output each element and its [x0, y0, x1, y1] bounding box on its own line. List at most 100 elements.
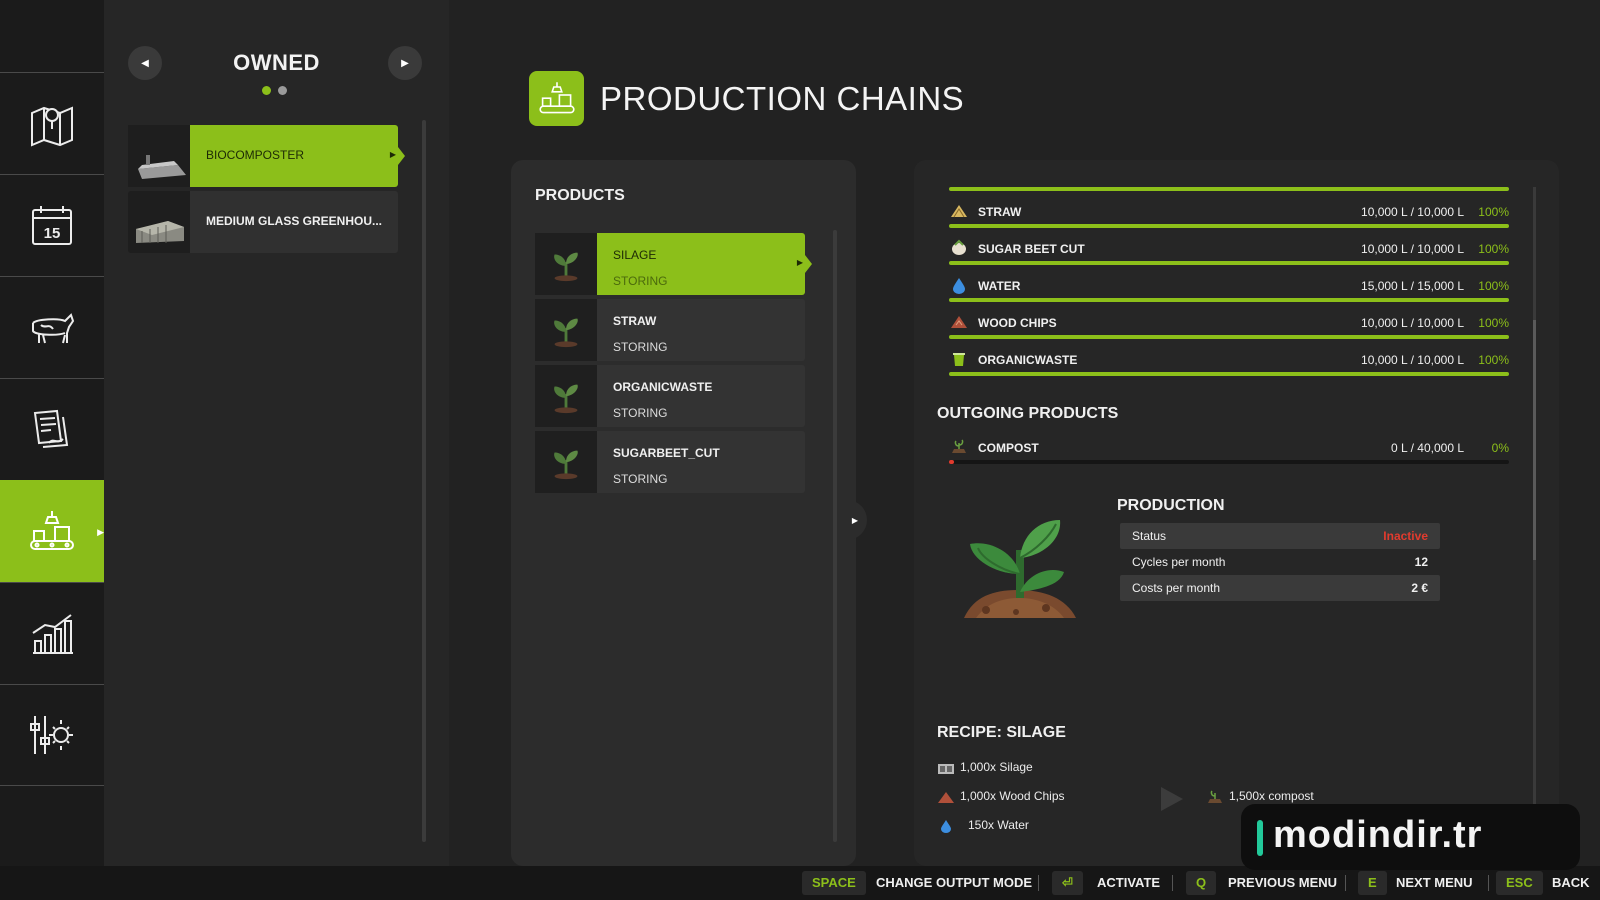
owned-title: OWNED: [233, 50, 320, 75]
product-state: STORING: [613, 472, 668, 486]
straw-icon: [951, 205, 967, 218]
recipe-input-water: 150x Water: [937, 818, 1029, 833]
map-nav-button[interactable]: [0, 72, 104, 174]
watermark-text: modindir.tr: [1273, 814, 1483, 856]
calendar-nav-button[interactable]: 15: [0, 174, 104, 276]
owned-panel: ◀ OWNED ▶ BIOCOMPOSTER ▶ MEDIUM GLASS GR…: [104, 0, 449, 866]
key-space[interactable]: SPACE: [802, 871, 866, 895]
production-cycles-row: Cycles per month 12: [1132, 555, 1428, 569]
detail-scrollbar-thumb[interactable]: [1533, 320, 1536, 560]
wood-chips-icon: [951, 316, 967, 328]
arrow-left-icon: ◀: [141, 57, 149, 69]
watermark: modindir.tr: [1241, 804, 1580, 870]
outgoing-products-title: OUTGOING PRODUCTS: [937, 405, 1119, 422]
plant-icon: [535, 299, 597, 361]
arrow-right-icon: ▶: [401, 57, 409, 69]
previous-menu-button[interactable]: PREVIOUS MENU: [1228, 875, 1337, 890]
incoming-row-sugar-beet-cut: SUGAR BEET CUT 10,000 L / 10,000 L 100%: [949, 239, 1509, 259]
product-item-straw[interactable]: STRAW STORING: [535, 299, 805, 361]
page-title: PRODUCTION CHAINS: [600, 80, 965, 117]
production-status-row: Status Inactive: [1120, 523, 1440, 549]
main-sidebar: 15 ▶: [0, 0, 114, 866]
product-item-sugarbeet-cut[interactable]: SUGARBEET_CUT STORING: [535, 431, 805, 493]
recipe-output-compost: 1,500x compost: [1206, 789, 1314, 804]
animals-icon: [32, 312, 75, 343]
compost-icon: [952, 439, 966, 453]
production-icon: [30, 510, 74, 550]
compost-icon: [1208, 790, 1222, 803]
settings-icon: [30, 716, 73, 754]
contracts-nav-button[interactable]: [0, 378, 104, 480]
key-enter[interactable]: ⏎: [1052, 871, 1083, 895]
product-state: STORING: [613, 274, 668, 288]
production-title: PRODUCTION: [1117, 497, 1225, 514]
statistics-icon: [32, 613, 73, 654]
products-title: PRODUCTS: [535, 187, 625, 204]
statistics-nav-button[interactable]: [0, 582, 104, 684]
activate-button[interactable]: ACTIVATE: [1097, 875, 1160, 890]
owned-item-label: MEDIUM GLASS GREENHOU...: [206, 214, 383, 228]
contracts-icon: [33, 409, 69, 448]
products-scrollbar[interactable]: [833, 230, 837, 842]
outgoing-row-compost: COMPOST 0 L / 40,000 L 0%: [949, 438, 1509, 458]
fill-bar-wood-chips: [949, 335, 1509, 339]
water-drop-icon: [953, 278, 965, 294]
product-state: STORING: [613, 406, 668, 420]
page-dot-active[interactable]: [262, 86, 271, 95]
incoming-row-organicwaste: ORGANICWASTE 10,000 L / 10,000 L 100%: [949, 350, 1509, 370]
calendar-icon: 15: [32, 205, 72, 245]
organic-waste-icon: [953, 353, 965, 366]
watermark-bar: [1257, 820, 1263, 856]
greenhouse-thumbnail: [128, 191, 190, 253]
fill-bar-sugar-beet-cut: [949, 261, 1509, 265]
owned-prev-button[interactable]: ◀: [128, 46, 162, 80]
fill-bar-straw: [949, 224, 1509, 228]
product-state: STORING: [613, 340, 668, 354]
sugar-beet-icon: [952, 239, 966, 255]
page-dot[interactable]: [278, 86, 287, 95]
key-e[interactable]: E: [1358, 871, 1387, 895]
owned-item-label: BIOCOMPOSTER: [206, 148, 305, 162]
incoming-row-water: WATER 15,000 L / 15,000 L 100%: [949, 276, 1509, 296]
animals-nav-button[interactable]: [0, 276, 104, 378]
owned-item-biocomposter[interactable]: BIOCOMPOSTER ▶: [128, 125, 405, 187]
plant-icon: [535, 365, 597, 427]
products-panel: PRODUCTS SILAGE STORING ▶ STRAW STORING …: [511, 160, 856, 866]
water-drop-icon: [941, 819, 951, 833]
recipe-input-silage: 1,000x Silage: [937, 760, 1033, 775]
product-item-silage[interactable]: SILAGE STORING ▶: [535, 233, 812, 295]
settings-nav-button[interactable]: [0, 684, 104, 786]
back-button[interactable]: BACK: [1552, 875, 1590, 890]
owned-scrollbar[interactable]: [422, 120, 426, 842]
plant-icon: [535, 431, 597, 493]
production-chains-header-icon: [529, 71, 584, 126]
owned-item-greenhouse[interactable]: MEDIUM GLASS GREENHOU...: [128, 191, 398, 253]
key-q[interactable]: Q: [1186, 871, 1217, 895]
change-output-mode-button[interactable]: CHANGE OUTPUT MODE: [876, 875, 1032, 890]
plant-icon: [535, 233, 597, 295]
arrow-right-icon: ▶: [851, 515, 859, 525]
incoming-row-straw: STRAW 10,000 L / 10,000 L 100%: [949, 202, 1509, 222]
owned-next-button[interactable]: ▶: [388, 46, 422, 80]
product-name: SUGARBEET_CUT: [613, 446, 720, 460]
silage-icon: [938, 763, 954, 774]
next-menu-button[interactable]: NEXT MENU: [1396, 875, 1473, 890]
selected-arrow-icon: ▶: [796, 258, 803, 267]
product-name: SILAGE: [613, 248, 657, 262]
footer-divider: [1172, 875, 1173, 891]
collapse-panel-button[interactable]: ▶: [843, 500, 867, 540]
footer-divider: [1038, 875, 1039, 891]
production-costs-row: Costs per month 2 €: [1120, 575, 1440, 601]
incoming-row-wood-chips: WOOD CHIPS 10,000 L / 10,000 L 100%: [949, 313, 1509, 333]
selected-arrow-icon: ▶: [389, 150, 396, 159]
recipe-arrow-icon: [1161, 787, 1183, 811]
active-indicator-icon: ▶: [97, 527, 104, 537]
production-nav-button[interactable]: ▶: [0, 480, 114, 582]
footer-action-bar: SPACE CHANGE OUTPUT MODE ⏎ ACTIVATE Q PR…: [0, 866, 1600, 900]
footer-divider: [1345, 875, 1346, 891]
svg-text:15: 15: [44, 225, 61, 242]
key-esc[interactable]: ESC: [1496, 871, 1543, 895]
product-name: ORGANICWASTE: [613, 380, 713, 394]
product-item-organicwaste[interactable]: ORGANICWASTE STORING: [535, 365, 805, 427]
product-name: STRAW: [613, 314, 657, 328]
